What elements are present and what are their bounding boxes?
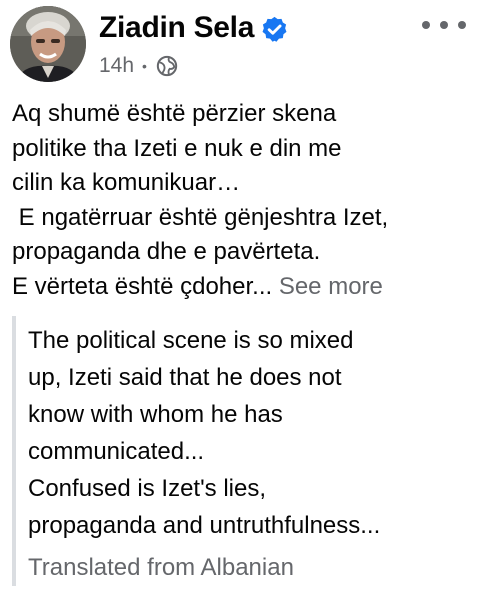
translation-line: Confused is Izet's lies, [28, 475, 267, 502]
translated-from-link[interactable]: Translated from Albanian [28, 554, 294, 582]
translation-line: up, Izeti said that he does not [28, 364, 342, 391]
translation-line: The political scene is so mixed [28, 327, 354, 354]
translation-line: know with whom he has [28, 401, 283, 428]
more-dot-icon [458, 21, 466, 29]
post-text-line-last: E vërteta është çdoher... See more [12, 270, 476, 305]
post-text-line: cilin ka komunikuar… [12, 169, 241, 196]
more-options-button[interactable] [422, 10, 466, 40]
more-dot-icon [422, 21, 430, 29]
globe-icon[interactable] [156, 55, 178, 77]
translation-line: communicated... [28, 438, 205, 465]
translation-line: propaganda and untruthfulness... [28, 512, 381, 539]
more-dot-icon [440, 21, 448, 29]
translation-text: The political scene is so mixed up, Izet… [28, 322, 478, 544]
post-meta: 14h • [99, 52, 178, 80]
meta-separator: • [142, 58, 147, 74]
post-text-line: Aq shumë është përzier skena [12, 100, 337, 127]
author-name[interactable]: Ziadin Sela [99, 10, 254, 46]
translation-block: The political scene is so mixed up, Izet… [12, 314, 476, 586]
see-more-link[interactable]: See more [279, 273, 383, 300]
post-timestamp[interactable]: 14h [99, 54, 134, 78]
quote-bar [12, 316, 16, 586]
post-text: Aq shumë është përzier skena politike th… [12, 97, 476, 304]
author-avatar[interactable] [10, 6, 86, 82]
post-text-truncated: E vërteta është çdoher... [12, 272, 273, 300]
post-text-line: propaganda dhe e pavërteta. [12, 238, 321, 265]
post-text-line: E ngatërruar është gënjeshtra Izet, [12, 203, 389, 231]
avatar-photo-icon [10, 6, 86, 82]
verified-badge-icon [262, 16, 287, 42]
post-text-line: politike tha Izeti e nuk e din me [12, 134, 342, 162]
post-header: Ziadin Sela 14h • [0, 0, 480, 88]
